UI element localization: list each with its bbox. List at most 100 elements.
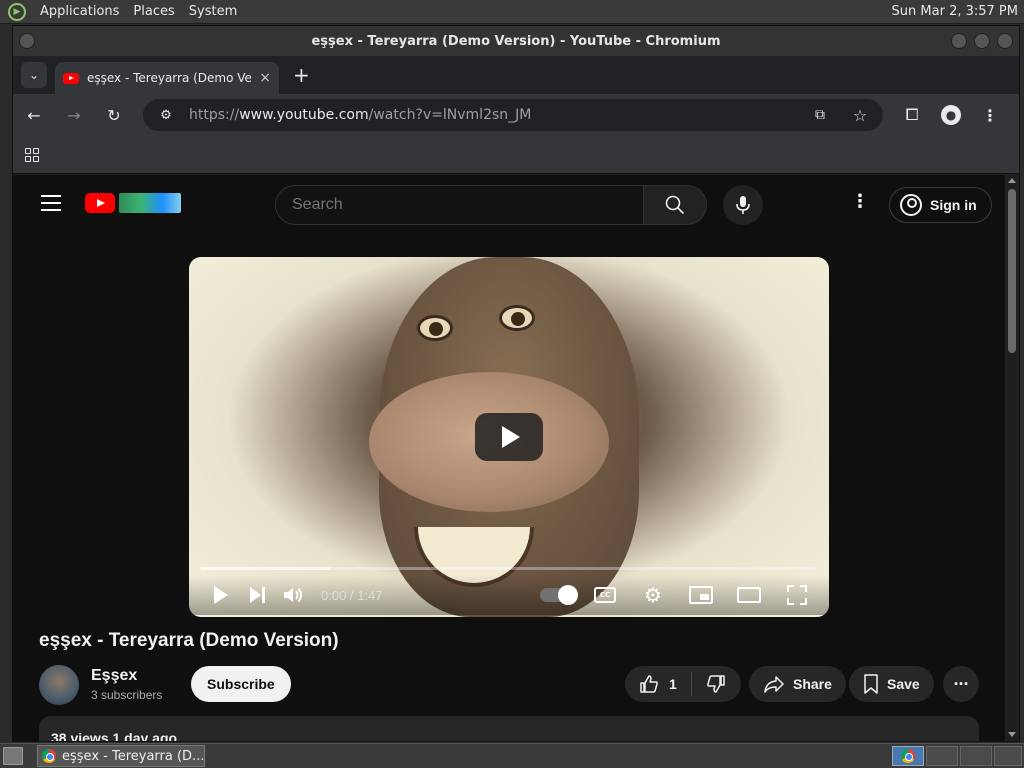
extensions-puzzle-icon[interactable]: ⧠ — [901, 104, 923, 126]
reload-icon[interactable]: ↻ — [103, 104, 125, 126]
window-title: eşşex - Tereyarra (Demo Version) - YouTu… — [311, 33, 721, 49]
autoplay-toggle[interactable] — [540, 585, 578, 605]
settings-menu-icon[interactable]: ⋮ — [851, 191, 869, 212]
player-controls: 0:00 / 1:47 CC ⚙ — [189, 575, 829, 615]
window-titlebar[interactable]: eşşex - Tereyarra (Demo Version) - YouTu… — [13, 26, 1019, 56]
tab-strip: ⌄ eşşex - Tereyarra (Demo Vers × + — [13, 56, 1019, 94]
clock[interactable]: Sun Mar 2, 3:57 PM — [892, 4, 1018, 19]
system-menu[interactable]: System — [189, 4, 237, 19]
channel-avatar[interactable] — [39, 665, 79, 705]
scroll-up-arrow-icon[interactable] — [1008, 178, 1016, 183]
url-path: /watch?v=lNvml2sn_JM — [368, 107, 532, 123]
workspace-3[interactable] — [960, 746, 992, 766]
video-frame-eye-right — [499, 305, 535, 331]
more-actions-button[interactable]: ··· — [943, 666, 979, 702]
tab-title: eşşex - Tereyarra (Demo Vers — [87, 71, 252, 85]
miniplayer-icon[interactable] — [689, 586, 713, 604]
page-scrollbar[interactable] — [1005, 175, 1019, 741]
sign-in-button[interactable]: Sign in — [889, 187, 992, 223]
subscribe-button[interactable]: Subscribe — [191, 666, 291, 702]
tab-youtube[interactable]: eşşex - Tereyarra (Demo Vers × — [55, 62, 279, 94]
scrollbar-thumb[interactable] — [1008, 189, 1016, 353]
workspace-4[interactable] — [994, 746, 1022, 766]
share-arrow-icon — [764, 676, 784, 693]
theater-mode-icon[interactable] — [737, 587, 761, 603]
bookmark-star-icon[interactable]: ☆ — [849, 104, 871, 126]
description-box[interactable]: 38 views 1 day ago — [39, 716, 979, 741]
like-count: 1 — [669, 676, 677, 692]
channel-name[interactable]: Eşşex — [91, 667, 137, 685]
save-label: Save — [887, 676, 920, 692]
apps-grid-icon[interactable] — [25, 147, 39, 162]
settings-gear-icon[interactable]: ⚙ — [635, 577, 671, 613]
youtube-doodle-image — [119, 193, 181, 213]
browser-toolbar: ← → ↻ ⚙ https://www.youtube.com/watch?v=… — [13, 94, 1019, 136]
like-button[interactable]: 1 — [625, 672, 692, 696]
window-menu-icon[interactable] — [19, 33, 35, 49]
install-app-icon[interactable]: ⧉ — [809, 104, 831, 126]
volume-icon[interactable] — [275, 577, 311, 613]
subtitles-icon[interactable]: CC — [594, 587, 616, 603]
progress-buffered — [201, 567, 331, 570]
tab-search-button[interactable]: ⌄ — [21, 62, 47, 88]
search-input[interactable] — [292, 196, 643, 214]
url-host: www.youtube.com — [239, 107, 369, 123]
video-player[interactable]: 0:00 / 1:47 CC ⚙ — [189, 257, 829, 617]
search-button[interactable] — [643, 185, 707, 225]
search-box[interactable] — [275, 185, 643, 225]
forward-arrow-icon[interactable]: → — [63, 104, 85, 126]
youtube-logo[interactable] — [85, 193, 181, 213]
user-account-icon — [900, 194, 922, 216]
taskbar-window-button[interactable]: eşşex - Tereyarra (D... — [37, 745, 205, 767]
microphone-icon — [736, 196, 750, 214]
close-window-icon[interactable] — [997, 33, 1013, 49]
progress-bar[interactable] — [201, 567, 817, 570]
large-play-button[interactable] — [475, 413, 543, 461]
time-display: 0:00 / 1:47 — [321, 587, 383, 603]
sign-in-label: Sign in — [930, 197, 977, 213]
fullscreen-icon[interactable] — [787, 585, 807, 605]
browser-window: eşşex - Tereyarra (Demo Version) - YouTu… — [12, 25, 1020, 742]
save-button[interactable]: Save — [849, 666, 934, 702]
youtube-header: ⋮ Sign in — [13, 175, 1003, 231]
thumbs-down-icon — [706, 675, 725, 693]
address-bar[interactable]: ⚙ https://www.youtube.com/watch?v=lNvml2… — [143, 99, 883, 131]
show-desktop-icon[interactable] — [3, 747, 23, 765]
page-viewport: ⋮ Sign in 0:00 / 1:47 — [13, 175, 1019, 741]
video-title: eşşex - Tereyarra (Demo Version) — [39, 630, 339, 651]
search-icon — [665, 195, 685, 215]
hamburger-menu-icon[interactable] — [41, 195, 61, 216]
new-tab-button[interactable]: + — [293, 63, 310, 87]
bookmark-icon — [864, 674, 878, 694]
workspace-2[interactable] — [926, 746, 958, 766]
play-icon[interactable] — [203, 577, 239, 613]
thumbs-up-icon — [640, 675, 658, 693]
maximize-icon[interactable] — [974, 33, 990, 49]
dislike-button[interactable] — [692, 674, 740, 694]
tab-close-icon[interactable]: × — [259, 70, 271, 86]
voice-search-button[interactable] — [723, 185, 763, 225]
applications-menu[interactable]: Applications — [40, 4, 119, 19]
share-label: Share — [793, 676, 832, 692]
minimize-icon[interactable] — [951, 33, 967, 49]
scroll-down-arrow-icon[interactable] — [1008, 732, 1016, 737]
chrome-menu-icon[interactable]: ⋮ — [979, 104, 1001, 126]
next-video-icon[interactable] — [239, 577, 275, 613]
top-panel: ▶ Applications Places System Sun Mar 2, … — [0, 0, 1024, 24]
url-text[interactable]: https://www.youtube.com/watch?v=lNvml2sn… — [189, 107, 531, 123]
bottom-taskbar: eşşex - Tereyarra (D... — [0, 743, 1024, 768]
youtube-favicon-icon — [63, 72, 79, 84]
chromium-icon — [42, 749, 56, 763]
like-dislike-group: 1 — [625, 666, 741, 702]
workspace-1[interactable] — [892, 746, 924, 766]
back-arrow-icon[interactable]: ← — [23, 104, 45, 126]
taskbar-window-title: eşşex - Tereyarra (D... — [62, 748, 205, 764]
site-info-icon[interactable]: ⚙ — [155, 104, 177, 126]
video-frame-eye-left — [417, 315, 453, 341]
distro-logo-icon[interactable]: ▶ — [8, 2, 26, 21]
share-button[interactable]: Share — [749, 666, 846, 702]
profile-icon[interactable]: ● — [941, 105, 961, 125]
views-and-date: 38 views 1 day ago — [51, 730, 178, 741]
places-menu[interactable]: Places — [133, 4, 174, 19]
url-scheme: https:// — [189, 107, 240, 123]
